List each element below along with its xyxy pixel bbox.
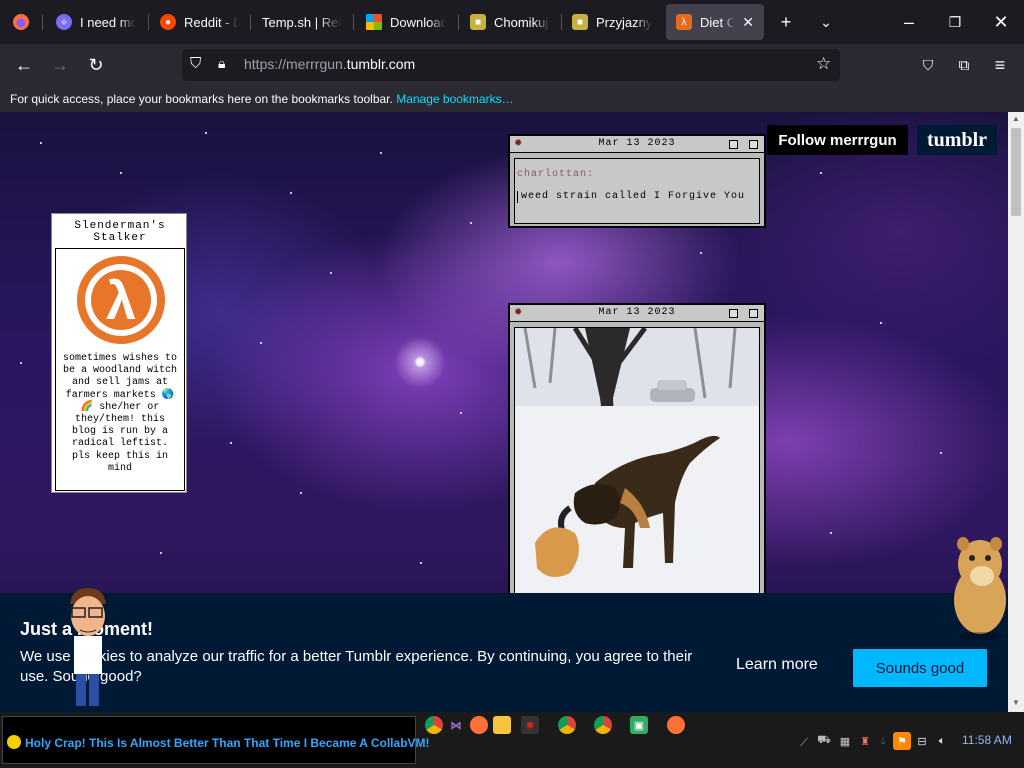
bookmark-star-icon[interactable]: ☆ xyxy=(816,54,831,74)
hamburger-menu-icon[interactable]: ≡ xyxy=(985,50,1015,80)
app-icon[interactable]: ✸ xyxy=(521,716,539,734)
tab-label: Temp.sh | Retro xyxy=(262,14,342,30)
tab-label: Diet Cok xyxy=(700,14,735,30)
dancing-hamster-overlay xyxy=(954,537,1006,640)
restore-icon[interactable]: ❐ xyxy=(940,7,970,37)
visual-studio-icon[interactable]: ⋈ xyxy=(447,716,465,734)
blog-title: Slenderman's Stalker xyxy=(74,220,166,244)
minimize-icon[interactable]: – xyxy=(894,7,924,37)
post-date: Mar 13 2023 xyxy=(598,138,676,149)
learn-more-link[interactable]: Learn more xyxy=(736,656,818,674)
new-tab-icon[interactable]: + xyxy=(771,7,801,37)
pocket-icon[interactable]: ⛉ xyxy=(913,50,943,80)
tab-przyjazny[interactable]: ■ Przyjazny d xyxy=(562,4,662,40)
cartoon-character-overlay xyxy=(70,588,106,706)
file-explorer-icon[interactable] xyxy=(493,716,511,734)
tab-download[interactable]: Download xyxy=(356,4,456,40)
tray-icon[interactable]: 💧︎ xyxy=(874,732,892,750)
blog-profile-card: Slenderman's Stalker λ sometimes wishes … xyxy=(51,213,187,493)
smiley-icon xyxy=(7,735,21,749)
firefox-menu-icon[interactable] xyxy=(6,7,36,37)
back-arrow-icon[interactable]: ← xyxy=(9,50,39,80)
scroll-up-icon[interactable]: ▲ xyxy=(1012,114,1020,123)
url-text[interactable]: https://merrrgun.tumblr.com xyxy=(244,56,415,72)
forward-arrow-icon[interactable]: → xyxy=(45,50,75,80)
list-tabs-chevron-icon[interactable]: ⌄ xyxy=(811,7,841,37)
taskbar-clock[interactable]: 11:58 AM xyxy=(962,733,1012,747)
bookmarks-toolbar: For quick access, place your bookmarks h… xyxy=(0,86,1024,112)
tray-icon[interactable]: ⛟ xyxy=(815,732,833,750)
tab-chomikuj[interactable]: ■ Chomikuj.p xyxy=(460,4,560,40)
tab-label: Download xyxy=(390,14,446,30)
post-quote: weed strain called I Forgive You xyxy=(517,191,747,203)
reload-icon[interactable]: ↻ xyxy=(81,50,111,80)
scroll-thumb[interactable] xyxy=(1011,128,1021,216)
lock-icon[interactable]: 🔒︎ xyxy=(218,55,225,72)
halflife-icon: λ xyxy=(676,14,692,30)
network-icon[interactable]: ⊟ xyxy=(913,732,931,750)
app-icon[interactable]: ▣ xyxy=(630,716,648,734)
window-box-icon[interactable] xyxy=(749,140,758,149)
tab-diet-coke[interactable]: λ Diet Cok ✕ xyxy=(666,4,764,40)
firefox-icon[interactable] xyxy=(667,716,685,734)
windows-icon xyxy=(366,14,382,30)
tab-reddit[interactable]: ● Reddit - Di xyxy=(150,4,248,40)
discord-style-icon: ⟡ xyxy=(56,14,72,30)
follow-button[interactable]: Follow merrrgun xyxy=(767,125,908,155)
post-body: charlottan: weed strain called I Forgive… xyxy=(514,158,760,224)
tab-i-need-more[interactable]: ⟡ I need mor xyxy=(46,4,146,40)
marquee-text: Holy Crap! This Is Almost Better Than Th… xyxy=(25,736,430,750)
tray-icon[interactable]: ⟋ xyxy=(795,734,813,752)
chomikuj-icon: ■ xyxy=(470,14,486,30)
tray-icon[interactable]: ♜ xyxy=(856,732,874,750)
post-titlebar: ✹ Mar 13 2023 xyxy=(510,136,764,153)
chrome-icon[interactable] xyxy=(425,716,443,734)
bookmarks-message: For quick access, place your bookmarks h… xyxy=(10,92,514,106)
post-titlebar: ✹ Mar 13 2023 xyxy=(510,305,764,322)
manage-bookmarks-link[interactable]: Manage bookmarks… xyxy=(396,92,513,106)
tab-label: Przyjazny d xyxy=(596,14,652,30)
cookie-consent-banner: Just a moment! We use cookies to analyze… xyxy=(0,593,1008,712)
post-date: Mar 13 2023 xyxy=(598,307,676,318)
chrome-icon[interactable] xyxy=(594,716,612,734)
tumblr-logo[interactable]: tumblr xyxy=(917,125,997,155)
window-box-icon[interactable] xyxy=(729,309,738,318)
halflife-lambda-avatar: λ xyxy=(77,256,165,344)
window-box-icon[interactable] xyxy=(749,309,758,318)
cookie-text: We use cookies to analyze our traffic fo… xyxy=(20,648,693,685)
close-tab-icon[interactable]: ✕ xyxy=(742,14,754,31)
close-window-icon[interactable]: ✕ xyxy=(986,7,1016,37)
extensions-puzzle-icon[interactable]: ⧉ xyxy=(949,50,979,80)
post-image: ✹ Mar 13 2023 xyxy=(508,303,766,603)
scroll-down-icon[interactable]: ▼ xyxy=(1012,698,1020,707)
tab-temp-sh[interactable]: Temp.sh | Retro xyxy=(252,4,352,40)
tab-label: I need mor xyxy=(80,14,136,30)
firefox-icon[interactable] xyxy=(470,716,488,734)
post-text: ✹ Mar 13 2023 charlottan: weed strain ca… xyxy=(508,134,766,228)
tray-icon[interactable]: ▦ xyxy=(836,732,854,750)
reddit-icon: ● xyxy=(160,14,176,30)
window-box-icon[interactable] xyxy=(729,140,738,149)
sounds-good-button[interactable]: Sounds good xyxy=(853,649,987,687)
tab-strip: ⟡ I need mor ● Reddit - Di Temp.sh | Ret… xyxy=(0,0,1024,44)
reblog-username[interactable]: charlottan: xyxy=(517,169,594,180)
shield-icon[interactable]: ⛉ xyxy=(190,55,201,72)
blog-description: sometimes wishes to be a woodland witch … xyxy=(62,353,178,474)
navigation-bar: ← → ↻ ⛉ 🔒︎ https://merrrgun.tumblr.com ☆… xyxy=(0,44,1024,86)
tab-label: Chomikuj.p xyxy=(494,14,550,30)
volume-icon[interactable]: 🔈︎ xyxy=(933,732,951,750)
chrome-icon[interactable] xyxy=(558,716,576,734)
tray-icon[interactable]: ⚑ xyxy=(893,732,911,750)
svg-text:λ: λ xyxy=(106,271,136,331)
marquee-widget: Holy Crap! This Is Almost Better Than Th… xyxy=(2,716,430,764)
profile-inner: λ sometimes wishes to be a woodland witc… xyxy=(55,248,185,491)
chomikuj-icon: ■ xyxy=(572,14,588,30)
address-bar[interactable]: ⛉ 🔒︎ https://merrrgun.tumblr.com ☆ xyxy=(182,49,840,81)
dog-in-snow-photo[interactable] xyxy=(514,327,760,599)
tab-label: Reddit - Di xyxy=(184,14,238,30)
